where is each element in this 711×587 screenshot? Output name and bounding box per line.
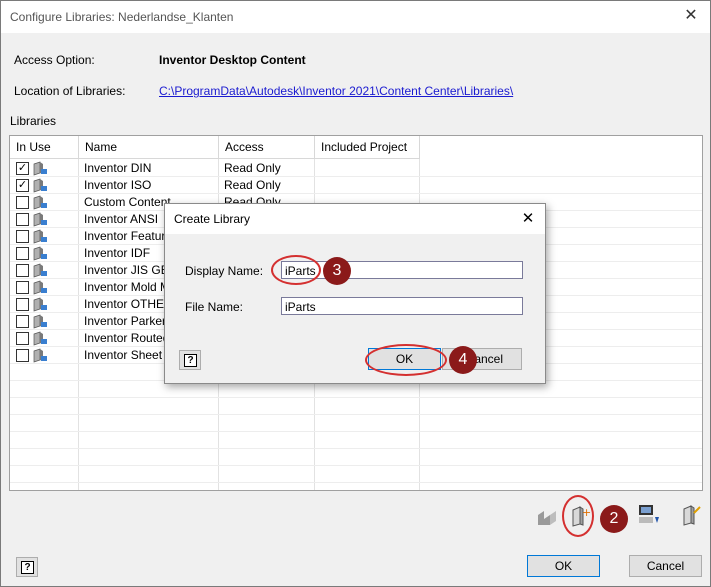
in-use-checkbox[interactable] [16, 213, 29, 226]
highlight-ring [562, 495, 594, 537]
in-use-checkbox[interactable] [16, 315, 29, 328]
in-use-checkbox[interactable] [16, 264, 29, 277]
callout-badge-3: 3 [323, 257, 351, 285]
highlight-ring [365, 344, 447, 376]
library-icon [33, 297, 47, 312]
divider [10, 397, 702, 398]
display-name-label: Display Name: [185, 264, 264, 278]
access-option-value: Inventor Desktop Content [159, 53, 306, 67]
library-icon [33, 178, 47, 193]
library-icon [33, 331, 47, 346]
help-button[interactable]: ? [16, 557, 38, 577]
library-icon [33, 212, 47, 227]
window-title: Configure Libraries: Nederlandse_Klanten [10, 10, 234, 24]
location-label: Location of Libraries: [14, 84, 126, 98]
divider [10, 193, 702, 194]
dialog-title: Create Library [174, 212, 251, 226]
in-use-checkbox[interactable] [16, 196, 29, 209]
divider [10, 482, 702, 483]
divider [10, 414, 702, 415]
create-library-dialog: Create Library ✕ Display Name: iParts Fi… [164, 203, 546, 384]
divider [10, 431, 702, 432]
library-properties-icon[interactable] [679, 503, 703, 527]
divider [10, 465, 702, 466]
dialog-help-button[interactable]: ? [179, 350, 201, 370]
title-bar: Configure Libraries: Nederlandse_Klanten… [1, 1, 710, 33]
library-name: Inventor DIN [84, 161, 152, 175]
in-use-checkbox[interactable] [16, 281, 29, 294]
libraries-group-label: Libraries [10, 114, 57, 128]
library-icon [33, 229, 47, 244]
table-row[interactable]: ✓ Inventor DIN Read Only [10, 160, 702, 177]
location-link[interactable]: C:\ProgramData\Autodesk\Inventor 2021\Co… [159, 84, 513, 98]
help-icon: ? [184, 354, 197, 367]
library-icon [33, 195, 47, 210]
in-use-checkbox[interactable] [16, 332, 29, 345]
column-header-included-project[interactable]: Included Project [315, 136, 420, 159]
library-icon [33, 348, 47, 363]
library-icon [33, 263, 47, 278]
help-icon: ? [21, 561, 34, 574]
import-library-icon[interactable] [637, 503, 661, 527]
in-use-checkbox[interactable]: ✓ [16, 179, 29, 192]
table-row[interactable]: ✓ Inventor ISO Read Only [10, 177, 702, 194]
divider [10, 448, 702, 449]
divider [10, 176, 702, 177]
dialog-title-bar: Create Library ✕ [165, 204, 545, 234]
library-access: Read Only [224, 178, 281, 192]
close-icon[interactable]: ✕ [680, 5, 702, 27]
callout-badge-4: 4 [449, 346, 477, 374]
ok-button[interactable]: OK [527, 555, 600, 577]
access-option-label: Access Option: [14, 53, 95, 67]
column-header-access[interactable]: Access [219, 136, 315, 159]
library-name: Inventor ISO [84, 178, 152, 192]
in-use-checkbox[interactable] [16, 298, 29, 311]
in-use-checkbox[interactable] [16, 247, 29, 260]
file-name-label: File Name: [185, 300, 244, 314]
library-icon [33, 161, 47, 176]
remove-library-icon[interactable] [536, 505, 560, 529]
cancel-button[interactable]: Cancel [629, 555, 702, 577]
library-icon [33, 246, 47, 261]
dialog-close-icon[interactable]: ✕ [517, 208, 539, 230]
library-access: Read Only [224, 161, 281, 175]
in-use-checkbox[interactable] [16, 349, 29, 362]
column-header-name[interactable]: Name [79, 136, 219, 159]
highlight-ring [271, 255, 321, 285]
column-header-in-use[interactable]: In Use [10, 136, 79, 159]
callout-badge-2: 2 [600, 505, 628, 533]
library-icon [33, 280, 47, 295]
library-icon [33, 314, 47, 329]
file-name-field[interactable]: iParts [281, 297, 523, 315]
in-use-checkbox[interactable] [16, 230, 29, 243]
in-use-checkbox[interactable]: ✓ [16, 162, 29, 175]
